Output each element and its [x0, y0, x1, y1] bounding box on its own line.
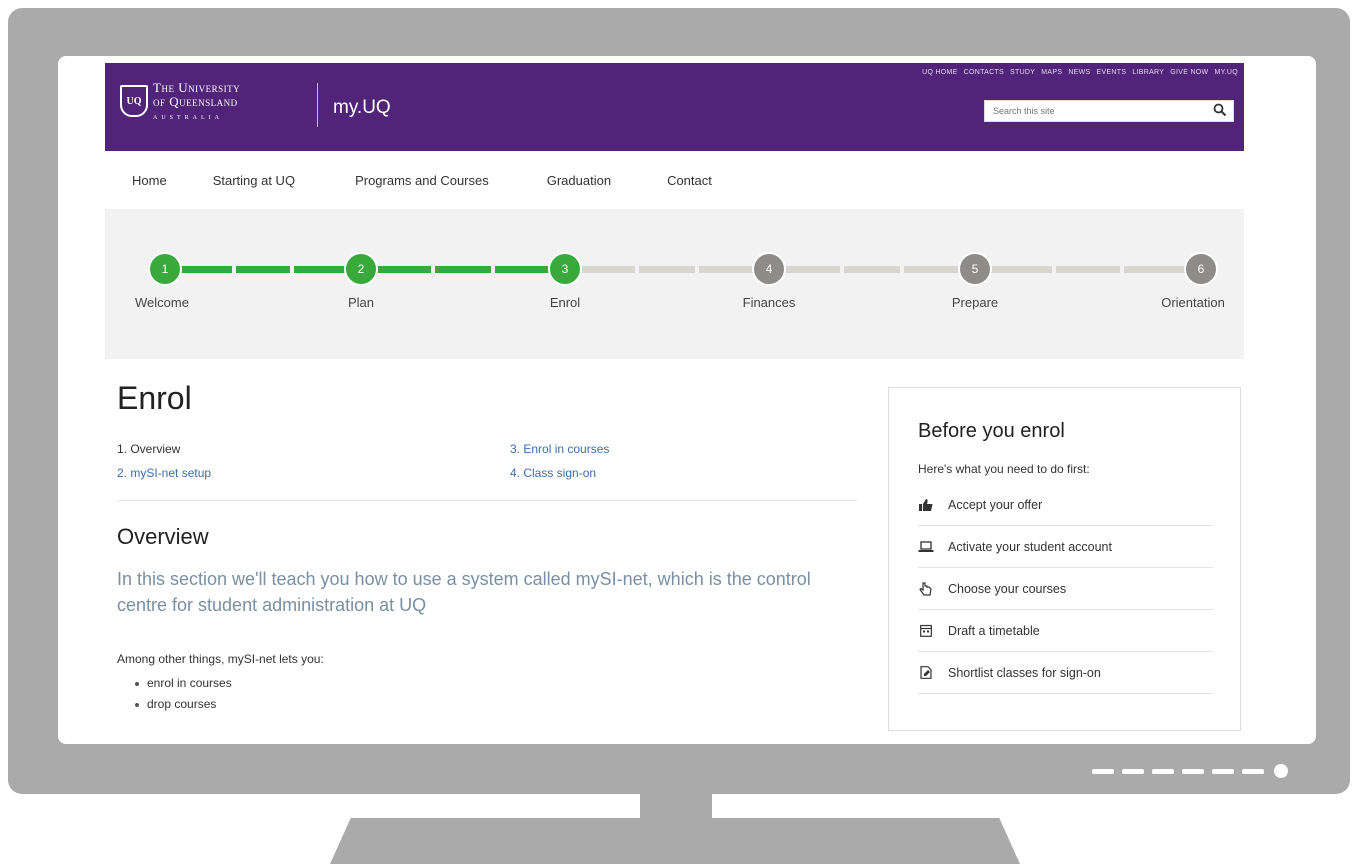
- power-light: [1274, 764, 1288, 778]
- enrolment-progress: 1 Welcome 2 Plan 3 Enrol 4 Finances 5 Prepare 6 Ori…: [105, 209, 1244, 359]
- checklist-label: Choose your courses: [948, 581, 1067, 596]
- wordmark-line2: of Queensland: [153, 94, 238, 109]
- nav-item-starting-at-uq[interactable]: Starting at UQ: [213, 173, 295, 188]
- utility-link[interactable]: NEWS: [1068, 69, 1090, 76]
- progress-track-segment: [843, 266, 901, 273]
- progress-step-5[interactable]: 5: [958, 252, 992, 286]
- main-nav: Home Starting at UQ Programs and Courses Gr…: [105, 151, 1244, 209]
- progress-track-segment: [375, 266, 431, 273]
- section-divider: [117, 500, 857, 501]
- monitor-stand-base: [330, 818, 1020, 864]
- progress-step-1[interactable]: 1: [148, 252, 182, 286]
- progress-step-6[interactable]: 6: [1184, 252, 1218, 286]
- progress-track-segment: [179, 266, 233, 273]
- toc-item-1[interactable]: 1. Overview: [117, 442, 180, 456]
- progress-step-label[interactable]: Prepare: [952, 295, 998, 310]
- pointer-hand-icon: [918, 581, 934, 596]
- utility-links: UQ HOME CONTACTS STUDY MAPS NEWS EVENTS LIBRAR…: [922, 69, 1238, 76]
- utility-link[interactable]: EVENTS: [1097, 69, 1127, 76]
- panel-intro: Here's what you need to do first:: [918, 462, 1090, 476]
- progress-track-segment: [495, 266, 551, 273]
- utility-link[interactable]: MY.UQ: [1214, 69, 1238, 76]
- list-item: enrol in courses: [133, 676, 232, 697]
- search-icon[interactable]: [1213, 103, 1227, 117]
- overview-heading: Overview: [117, 524, 209, 549]
- progress-track-segment: [699, 266, 755, 273]
- calendar-icon: [918, 624, 934, 638]
- checklist-label: Draft a timetable: [948, 623, 1040, 638]
- edit-document-icon: [918, 666, 934, 680]
- panel-heading: Before you enrol: [918, 420, 1065, 442]
- wordmark-line3: AUSTRALIA: [153, 115, 223, 121]
- search-input[interactable]: [985, 102, 1203, 120]
- progress-track-segment: [293, 266, 347, 273]
- progress-step-label[interactable]: Enrol: [550, 295, 580, 310]
- progress-track-segment: [1056, 266, 1120, 273]
- search-box: [984, 100, 1234, 122]
- monitor-stand-neck: [640, 794, 712, 818]
- progress-track-segment: [435, 266, 491, 273]
- checklist-label: Shortlist classes for sign-on: [948, 665, 1101, 680]
- checklist-item-activate-account[interactable]: Activate your student account: [918, 526, 1213, 568]
- before-you-enrol-panel: Before you enrol Here's what you need to…: [888, 387, 1241, 731]
- toc-item-3[interactable]: 3. Enrol in courses: [510, 442, 609, 456]
- university-wordmark[interactable]: The University of Queensland AUSTRALIA: [153, 81, 240, 125]
- progress-track-segment: [579, 266, 635, 273]
- utility-link[interactable]: CONTACTS: [964, 69, 1004, 76]
- progress-step-3[interactable]: 3: [548, 252, 582, 286]
- utility-link[interactable]: UQ HOME: [922, 69, 958, 76]
- progress-track-segment: [639, 266, 695, 273]
- progress-track-segment: [904, 266, 961, 273]
- progress-track-segment: [1123, 266, 1187, 273]
- wordmark-line1: The University: [153, 80, 241, 95]
- progress-step-label[interactable]: Orientation: [1161, 295, 1225, 310]
- monitor-screen: UQ The University of Queensland AUSTRALI…: [58, 56, 1316, 744]
- body-paragraph: Among other things, mySI-net lets you:: [117, 652, 324, 666]
- laptop-icon: [918, 540, 934, 554]
- uq-crest-logo[interactable]: UQ: [120, 85, 148, 117]
- progress-step-label[interactable]: Welcome: [135, 295, 189, 310]
- header-divider: [317, 83, 318, 127]
- checklist-item-accept-offer[interactable]: Accept your offer: [918, 484, 1213, 526]
- nav-item-contact[interactable]: Contact: [667, 173, 712, 188]
- checklist-label: Accept your offer: [948, 497, 1043, 512]
- feature-list: enrol in courses drop courses: [133, 676, 232, 718]
- page-title: Enrol: [117, 380, 192, 416]
- utility-link[interactable]: GIVE NOW: [1170, 69, 1208, 76]
- utility-link[interactable]: MAPS: [1041, 69, 1062, 76]
- nav-item-home[interactable]: Home: [132, 173, 167, 188]
- checklist-item-choose-courses[interactable]: Choose your courses: [918, 568, 1213, 610]
- site-header: UQ The University of Queensland AUSTRALI…: [105, 63, 1244, 151]
- thumbs-up-icon: [918, 498, 934, 512]
- progress-track-segment: [783, 266, 840, 273]
- toc-item-4[interactable]: 4. Class sign-on: [510, 466, 596, 480]
- progress-step-label[interactable]: Plan: [348, 295, 374, 310]
- nav-item-programs-and-courses[interactable]: Programs and Courses: [355, 173, 489, 188]
- utility-link[interactable]: STUDY: [1010, 69, 1035, 76]
- lead-paragraph: In this section we'll teach you how to u…: [117, 569, 811, 615]
- progress-step-2[interactable]: 2: [344, 252, 378, 286]
- checklist-item-draft-timetable[interactable]: Draft a timetable: [918, 610, 1213, 652]
- checklist-label: Activate your student account: [948, 539, 1112, 554]
- progress-track-segment: [236, 266, 290, 273]
- checklist-item-shortlist-classes[interactable]: Shortlist classes for sign-on: [918, 652, 1213, 694]
- checklist: Accept your offer Activate your student …: [918, 484, 1213, 694]
- toc-item-2[interactable]: 2. mySI-net setup: [117, 466, 211, 480]
- monitor-indicator-lights: [1092, 764, 1288, 778]
- website: UQ The University of Queensland AUSTRALI…: [105, 63, 1244, 731]
- progress-step-label[interactable]: Finances: [743, 295, 796, 310]
- progress-step-4[interactable]: 4: [752, 252, 786, 286]
- site-name[interactable]: my.UQ: [333, 97, 391, 119]
- list-item: drop courses: [133, 697, 232, 718]
- progress-track-segment: [989, 266, 1053, 273]
- nav-item-graduation[interactable]: Graduation: [547, 173, 611, 188]
- utility-link[interactable]: LIBRARY: [1132, 69, 1164, 76]
